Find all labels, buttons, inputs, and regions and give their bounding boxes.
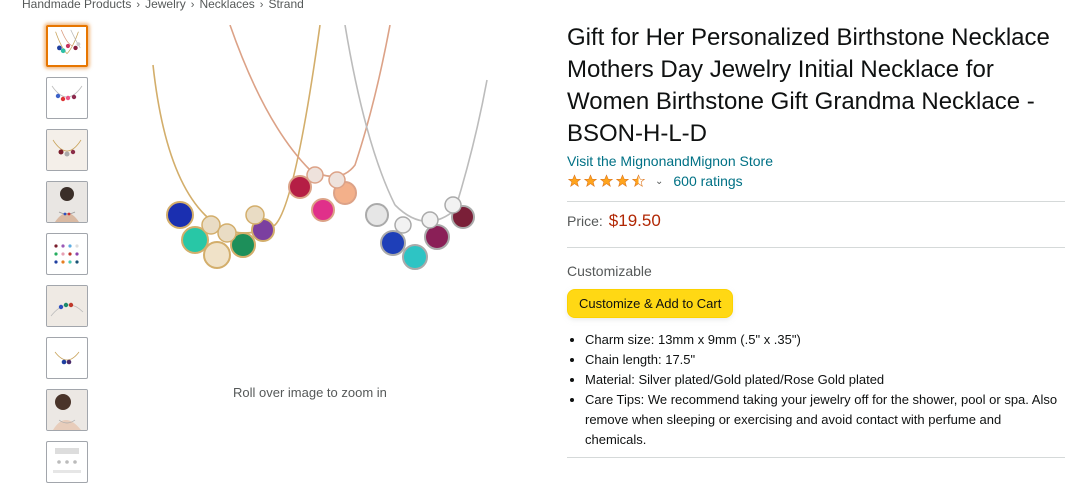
feature-bullet: Care Tips: We recommend taking your jewe… xyxy=(585,390,1063,450)
rating-row: ⌄ 600 ratings xyxy=(567,171,1067,191)
product-main-image[interactable] xyxy=(145,24,490,290)
price-value: $19.50 xyxy=(608,211,661,230)
chevron-down-icon[interactable]: ⌄ xyxy=(655,176,663,187)
feature-bullet: Material: Silver plated/Gold plated/Rose… xyxy=(585,370,1063,390)
thumbnail-3[interactable] xyxy=(46,129,88,171)
divider xyxy=(567,247,1065,248)
feature-bullet: Chain length: 17.5" xyxy=(585,350,1063,370)
breadcrumb-separator: › xyxy=(136,0,141,11)
thumbnail-9[interactable] xyxy=(46,441,88,483)
breadcrumb-separator: › xyxy=(259,0,264,11)
thumbnail-8[interactable] xyxy=(46,389,88,431)
thumbnail-strip xyxy=(46,25,90,493)
feature-bullets: Charm size: 13mm x 9mm (.5" x .35") Chai… xyxy=(567,330,1063,450)
product-title: Gift for Her Personalized Birthstone Nec… xyxy=(567,24,1050,147)
thumbnail-6[interactable] xyxy=(46,285,88,327)
thumbnail-2[interactable] xyxy=(46,77,88,119)
breadcrumb: Handmade Products › Jewelry › Necklaces › Stra… xyxy=(22,0,304,11)
star-full-icon xyxy=(583,174,598,187)
breadcrumb-item-necklaces[interactable]: Necklaces xyxy=(199,0,254,11)
thumbnail-5[interactable] xyxy=(46,233,88,275)
store-link[interactable]: Visit the MignonandMignon Store xyxy=(567,153,1067,169)
customizable-label: Customizable xyxy=(567,263,652,279)
star-full-icon xyxy=(615,174,630,187)
price-row: Price: $19.50 xyxy=(567,211,1067,237)
price-label: Price: xyxy=(567,213,603,229)
breadcrumb-item-handmade[interactable]: Handmade Products xyxy=(22,0,131,11)
star-half-icon xyxy=(631,174,646,187)
breadcrumb-item-jewelry[interactable]: Jewelry xyxy=(145,0,186,11)
breadcrumb-item-strand[interactable]: Strand xyxy=(268,0,303,11)
divider xyxy=(567,457,1065,458)
feature-bullet: Charm size: 13mm x 9mm (.5" x .35") xyxy=(585,330,1063,350)
zoom-hint: Roll over image to zoom in xyxy=(233,385,387,400)
ratings-count-link[interactable]: 600 ratings xyxy=(673,173,742,189)
product-info: Gift for Her Personalized Birthstone Nec… xyxy=(567,22,1067,458)
divider xyxy=(567,201,1065,202)
thumbnail-4[interactable] xyxy=(46,181,88,223)
necklace-photo xyxy=(152,24,488,270)
star-rating[interactable] xyxy=(567,174,647,188)
star-full-icon xyxy=(599,174,614,187)
customize-add-to-cart-button[interactable]: Customize & Add to Cart xyxy=(567,289,734,318)
breadcrumb-separator: › xyxy=(190,0,195,11)
star-full-icon xyxy=(567,174,582,187)
thumbnail-1[interactable] xyxy=(46,25,88,67)
thumbnail-7[interactable] xyxy=(46,337,88,379)
